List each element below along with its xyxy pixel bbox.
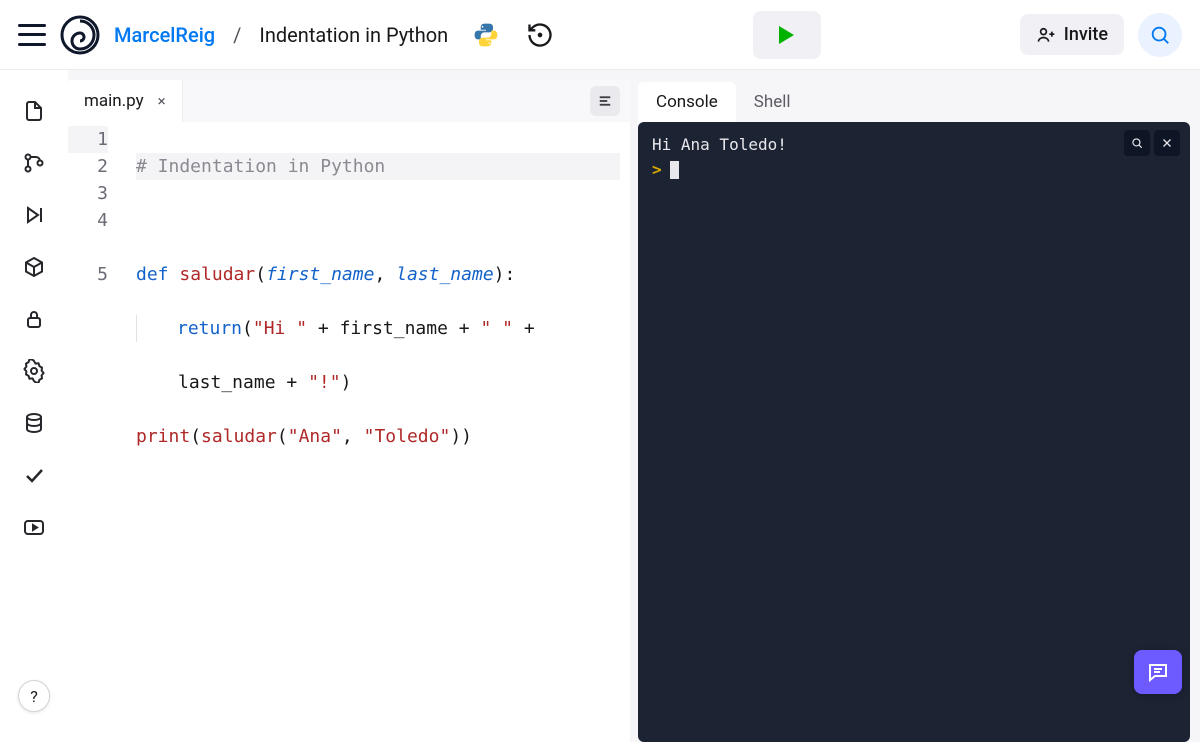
console-tab-bar: Console Shell	[638, 80, 1200, 122]
secrets-icon[interactable]	[21, 306, 47, 332]
repl-title[interactable]: Indentation in Python	[259, 23, 448, 47]
header-bar: MarcelReig / Indentation in Python Invit…	[0, 0, 1200, 70]
file-tab-main[interactable]: main.py ×	[68, 80, 183, 122]
close-icon	[1161, 137, 1173, 149]
tutorial-icon[interactable]	[21, 514, 47, 540]
line-gutter: 1 2 3 4 5	[68, 122, 124, 742]
menu-icon[interactable]	[18, 24, 46, 46]
close-tab-icon[interactable]: ×	[154, 90, 170, 112]
play-icon	[779, 26, 794, 44]
tab-shell[interactable]: Shell	[736, 82, 809, 122]
settings-icon[interactable]	[21, 358, 47, 384]
breadcrumb-separator: /	[233, 23, 241, 47]
editor-panel: main.py × 1 2 3 4 5 # Indentation in Pyt…	[68, 80, 630, 742]
code-content[interactable]: # Indentation in Python def saludar(firs…	[124, 122, 630, 742]
chat-icon	[1146, 660, 1170, 684]
debugger-icon[interactable]	[21, 202, 47, 228]
invite-button[interactable]: Invite	[1020, 14, 1124, 55]
history-icon[interactable]	[526, 21, 554, 49]
checkmark-icon[interactable]	[21, 462, 47, 488]
left-sidebar: ?	[0, 70, 68, 742]
owner-link[interactable]: MarcelReig	[114, 23, 215, 47]
prompt-caret-icon: >	[652, 160, 662, 179]
console-panel: Console Shell Hi Ana Toledo! >	[638, 80, 1200, 742]
align-icon	[596, 92, 614, 110]
console-prompt[interactable]: >	[652, 160, 1176, 179]
file-tab-label: main.py	[84, 91, 144, 111]
help-button[interactable]: ?	[18, 680, 50, 712]
database-icon[interactable]	[21, 410, 47, 436]
python-icon	[472, 21, 500, 49]
invite-label: Invite	[1064, 24, 1108, 45]
format-code-button[interactable]	[590, 86, 620, 116]
editor-tab-bar: main.py ×	[68, 80, 630, 122]
search-icon	[1149, 24, 1171, 46]
code-editor[interactable]: 1 2 3 4 5 # Indentation in Python def sa…	[68, 122, 630, 742]
console-clear-button[interactable]	[1154, 130, 1180, 156]
console-search-button[interactable]	[1124, 130, 1150, 156]
run-button[interactable]	[753, 11, 821, 59]
search-button[interactable]	[1138, 13, 1182, 57]
person-add-icon	[1036, 25, 1056, 45]
version-control-icon[interactable]	[21, 150, 47, 176]
search-icon	[1130, 136, 1144, 150]
chat-button[interactable]	[1134, 650, 1182, 694]
files-icon[interactable]	[21, 98, 47, 124]
packages-icon[interactable]	[21, 254, 47, 280]
console-output-line: Hi Ana Toledo!	[652, 134, 1176, 156]
console-output-area[interactable]: Hi Ana Toledo! >	[638, 122, 1190, 742]
cursor-icon	[670, 161, 679, 179]
tab-console[interactable]: Console	[638, 82, 736, 122]
replit-logo-icon[interactable]	[60, 15, 100, 55]
